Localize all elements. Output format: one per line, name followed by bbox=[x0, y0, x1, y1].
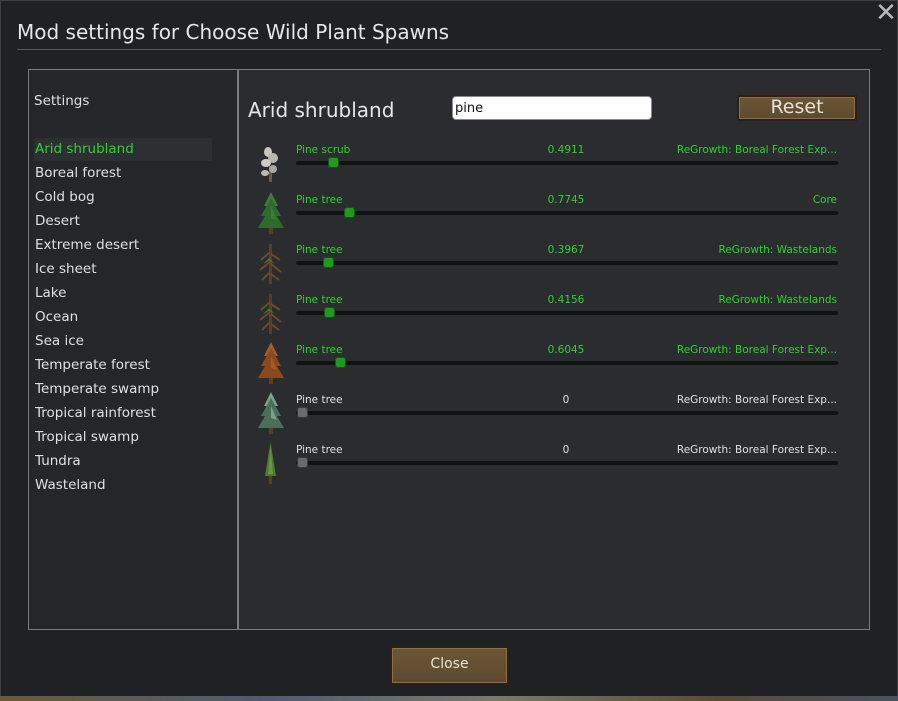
sidebar-item-tropical-swamp[interactable]: Tropical swamp bbox=[34, 426, 212, 449]
frosted-pine-tree-icon bbox=[249, 388, 293, 438]
plant-name: Pine tree bbox=[296, 394, 343, 406]
plant-weight-value: 0.4156 bbox=[547, 294, 585, 306]
slider-handle[interactable] bbox=[343, 207, 355, 218]
sidebar-item-lake[interactable]: Lake bbox=[34, 282, 212, 305]
plant-settings-panel: Arid shrubland Reset Pine scrub 0.4911 ReG… bbox=[238, 69, 870, 630]
close-icon[interactable]: ✕ bbox=[874, 0, 898, 26]
slider-handle[interactable] bbox=[322, 257, 334, 268]
plant-weight-slider[interactable] bbox=[296, 357, 838, 368]
plant-weight-slider[interactable] bbox=[296, 207, 838, 218]
plant-weight-value: 0.7745 bbox=[547, 194, 585, 206]
dead-pine-tree-icon bbox=[249, 288, 293, 338]
slider-handle[interactable] bbox=[327, 157, 339, 168]
plant-source-mod: ReGrowth: Wastelands bbox=[718, 294, 838, 306]
plant-weight-value: 0.6045 bbox=[547, 344, 585, 356]
plant-weight-slider[interactable] bbox=[296, 307, 838, 318]
plant-row: Pine tree 0.7745 Core bbox=[249, 188, 849, 238]
plant-weight-slider[interactable] bbox=[296, 457, 838, 468]
search-input[interactable] bbox=[452, 96, 652, 120]
pine-tree-icon bbox=[249, 188, 293, 238]
background-strip bbox=[0, 696, 898, 701]
sidebar-item-ocean[interactable]: Ocean bbox=[34, 306, 212, 329]
autumn-pine-tree-icon bbox=[249, 338, 293, 388]
sidebar-item-boreal-forest[interactable]: Boreal forest bbox=[34, 162, 212, 185]
mod-settings-window: Mod settings for Choose Wild Plant Spawn… bbox=[0, 0, 898, 701]
plant-name: Pine tree bbox=[296, 344, 343, 356]
plant-weight-value: 0.3967 bbox=[547, 244, 585, 256]
sidebar-item-sea-ice[interactable]: Sea ice bbox=[34, 330, 212, 353]
slider-handle[interactable] bbox=[334, 357, 346, 368]
plant-weight-value: 0 bbox=[562, 444, 570, 456]
reset-button[interactable]: Reset bbox=[737, 95, 857, 121]
plant-source-mod: ReGrowth: Boreal Forest Exp... bbox=[676, 444, 837, 456]
plant-row: Pine scrub 0.4911 ReGrowth: Boreal Forest … bbox=[249, 138, 849, 188]
close-button[interactable]: Close bbox=[390, 646, 509, 685]
pine-scrub-icon bbox=[249, 138, 293, 188]
sidebar-item-tropical-rainforest[interactable]: Tropical rainforest bbox=[34, 402, 212, 425]
plant-weight-slider[interactable] bbox=[296, 157, 838, 168]
sidebar-item-arid-shrubland[interactable]: Arid shrubland bbox=[34, 138, 212, 161]
plant-row: Pine tree 0.3967 ReGrowth: Wastelands bbox=[249, 238, 849, 288]
plant-weight-value: 0.4911 bbox=[547, 144, 585, 156]
plant-weight-value: 0 bbox=[562, 394, 570, 406]
plant-name: Pine tree bbox=[296, 294, 343, 306]
dead-pine-tree-icon bbox=[249, 238, 293, 288]
plant-weight-slider[interactable] bbox=[296, 407, 838, 418]
sidebar-item-cold-bog[interactable]: Cold bog bbox=[34, 186, 212, 209]
plant-row: Pine tree 0 ReGrowth: Boreal Forest Exp... bbox=[249, 438, 849, 488]
sidebar-item-extreme-desert[interactable]: Extreme desert bbox=[34, 234, 212, 257]
title-divider bbox=[17, 49, 881, 50]
sidebar-item-desert[interactable]: Desert bbox=[34, 210, 212, 233]
plant-name: Pine tree bbox=[296, 244, 343, 256]
plant-row: Pine tree 0.4156 ReGrowth: Wastelands bbox=[249, 288, 849, 338]
slim-pine-tree-icon bbox=[249, 438, 293, 488]
plant-source-mod: ReGrowth: Boreal Forest Exp... bbox=[676, 344, 837, 356]
plant-weight-slider[interactable] bbox=[296, 257, 838, 268]
plant-name: Pine tree bbox=[296, 444, 343, 456]
sidebar-item-ice-sheet[interactable]: Ice sheet bbox=[34, 258, 212, 281]
window-title: Mod settings for Choose Wild Plant Spawn… bbox=[17, 20, 450, 44]
sidebar-item-temperate-forest[interactable]: Temperate forest bbox=[34, 354, 212, 377]
plant-source-mod: ReGrowth: Boreal Forest Exp... bbox=[676, 144, 837, 156]
slider-handle[interactable] bbox=[297, 407, 308, 418]
plant-source-mod: Core bbox=[812, 194, 837, 206]
plant-source-mod: ReGrowth: Wastelands bbox=[718, 244, 838, 256]
sidebar-item-tundra[interactable]: Tundra bbox=[34, 450, 212, 473]
plant-row: Pine tree 0.6045 ReGrowth: Boreal Forest E… bbox=[249, 338, 849, 388]
plant-name: Pine tree bbox=[296, 194, 343, 206]
plant-name: Pine scrub bbox=[296, 144, 351, 156]
plant-source-mod: ReGrowth: Boreal Forest Exp... bbox=[676, 394, 837, 406]
biome-title: Arid shrubland bbox=[248, 98, 395, 122]
sidebar-heading: Settings bbox=[34, 93, 90, 109]
slider-handle[interactable] bbox=[297, 457, 308, 468]
sidebar-item-wasteland[interactable]: Wasteland bbox=[34, 474, 212, 497]
sidebar-item-temperate-swamp[interactable]: Temperate swamp bbox=[34, 378, 212, 401]
biome-sidebar: Settings Arid shrubland Boreal forest Cold… bbox=[28, 69, 238, 630]
plant-row: Pine tree 0 ReGrowth: Boreal Forest Exp... bbox=[249, 388, 849, 438]
slider-handle[interactable] bbox=[323, 307, 335, 318]
